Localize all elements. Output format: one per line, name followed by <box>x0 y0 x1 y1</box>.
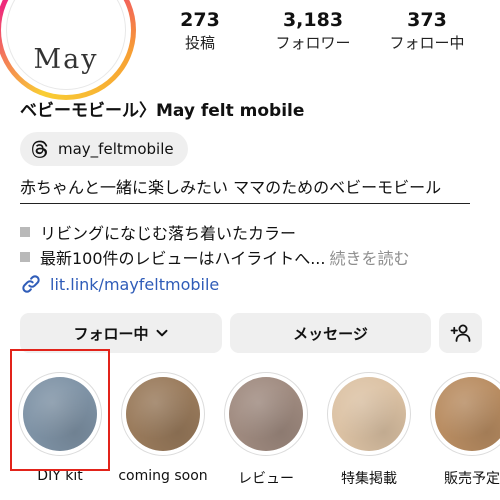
stat-followers-count: 3,183 <box>282 9 344 31</box>
selection-highlight-box <box>10 349 110 471</box>
stat-followers[interactable]: 3,183 フォロワー <box>258 8 368 54</box>
chevron-down-icon <box>156 329 167 337</box>
following-button-label: フォロー中 <box>73 324 149 343</box>
following-button[interactable]: フォロー中 <box>20 313 222 353</box>
stat-posts-label: 投稿 <box>184 34 215 52</box>
stat-followers-label: フォロワー <box>275 34 351 52</box>
bio-line-2-text: リビングになじむ落ち着いたカラー <box>40 224 297 243</box>
highlight-featured[interactable]: 特集掲載 <box>320 372 418 488</box>
add-person-button[interactable] <box>439 313 482 353</box>
stat-following-label: フォロー中 <box>389 34 465 52</box>
highlight-cover-image <box>126 377 200 451</box>
message-button-label: メッセージ <box>293 324 368 343</box>
bio-read-more-link[interactable]: 続きを読む <box>329 245 409 269</box>
stat-following-count: 373 <box>407 9 447 31</box>
profile-link-text: lit.link/mayfeltmobile <box>50 274 220 294</box>
bio-tagline: 赤ちゃんと一緒に楽しみたい ママのためのベビーモビール <box>20 174 470 204</box>
highlight-upcoming[interactable]: 販売予定 <box>423 372 500 488</box>
highlight-coming-soon[interactable]: coming soon <box>114 372 212 484</box>
bullet-square-icon <box>20 227 30 237</box>
bio-line-2: リビングになじむ落ち着いたカラー <box>20 220 296 244</box>
bullet-square-icon <box>20 252 30 262</box>
highlight-review[interactable]: レビュー <box>217 372 315 488</box>
profile-link[interactable]: lit.link/mayfeltmobile <box>20 273 219 295</box>
profile-avatar[interactable]: May <box>0 0 136 100</box>
threads-icon <box>32 140 48 158</box>
highlight-label: coming soon <box>118 468 208 484</box>
highlight-cover-image <box>229 377 303 451</box>
highlight-label: 特集掲載 <box>341 471 397 487</box>
profile-name: ベビーモビール〉May felt mobile <box>20 101 305 121</box>
link-chain-icon <box>22 275 40 293</box>
bio-line-3-text: 最新100件のレビューはハイライトへ... <box>40 249 326 268</box>
highlight-cover-image <box>435 377 500 451</box>
avatar-text: May <box>33 43 99 75</box>
profile-stats: 273 投稿 3,183 フォロワー 373 フォロー中 <box>150 8 500 58</box>
stat-following[interactable]: 373 フォロー中 <box>372 8 482 54</box>
message-button[interactable]: メッセージ <box>230 313 431 353</box>
highlight-label: レビュー <box>238 471 294 487</box>
add-person-icon <box>450 324 470 342</box>
bio-line-3: 最新100件のレビューはハイライトへ... 続きを読む <box>20 245 410 269</box>
threads-link-button[interactable]: may_feltmobile <box>20 132 188 166</box>
stat-posts[interactable]: 273 投稿 <box>145 8 255 54</box>
highlight-cover-image <box>332 377 406 451</box>
threads-handle: may_feltmobile <box>58 140 174 158</box>
highlight-label: 販売予定 <box>444 471 500 487</box>
stat-posts-count: 273 <box>180 9 220 31</box>
